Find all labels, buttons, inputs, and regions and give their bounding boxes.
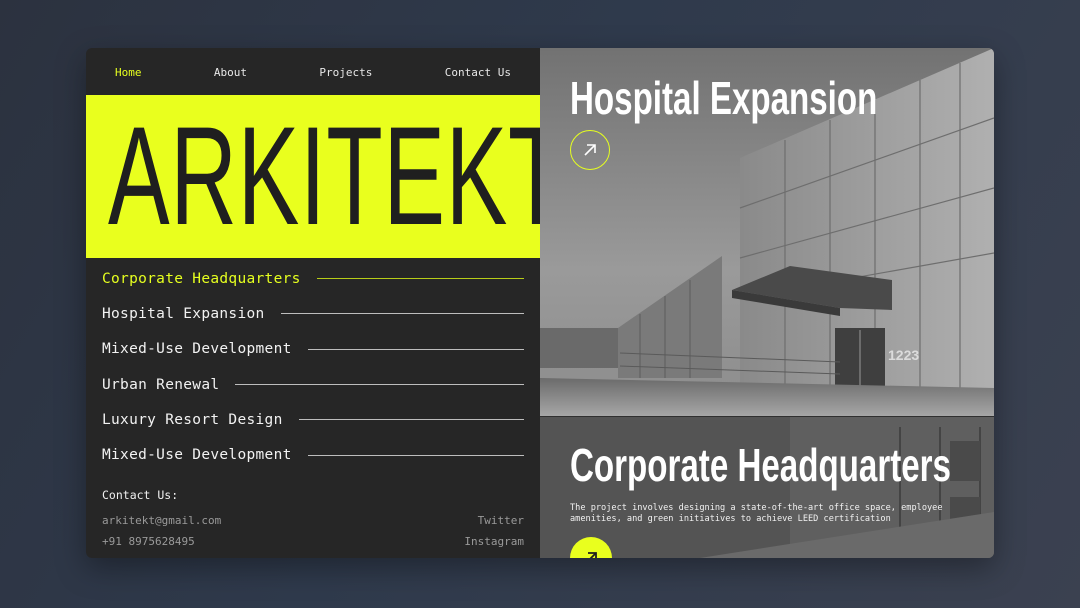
contact-row: +91 8975628495 Instagram — [102, 531, 524, 552]
twitter-link[interactable]: Twitter — [478, 514, 524, 527]
open-project-button[interactable] — [570, 130, 610, 170]
contact-row: arkitekt@gmail.com Twitter — [102, 510, 524, 531]
left-column: Home About Projects Contact Us ARKITEKT … — [86, 48, 540, 558]
contact-phone: +91 8975628495 — [102, 535, 195, 548]
divider-line — [307, 348, 524, 350]
project-label: Corporate Headquarters — [102, 270, 301, 287]
project-item-luxury-resort-design[interactable]: Luxury Resort Design — [102, 402, 524, 437]
featured-card-corporate-headquarters[interactable]: Corporate Headquarters The project invol… — [540, 417, 994, 558]
project-label: Mixed-Use Development — [102, 447, 292, 464]
project-label: Urban Renewal — [102, 376, 220, 393]
featured-title: Hospital Expansion — [570, 72, 878, 124]
app-frame: Home About Projects Contact Us ARKITEKT … — [86, 48, 994, 558]
hero-banner: ARKITEKT — [86, 95, 540, 258]
instagram-link[interactable]: Instagram — [464, 535, 524, 548]
divider-line — [280, 313, 524, 315]
right-column: 1223 Hospital Expansion Corporate Headqu… — [540, 48, 994, 558]
featured-card-hospital-expansion[interactable]: 1223 Hospital Expansion — [540, 48, 994, 417]
contact-block: Contact Us: arkitekt@gmail.com Twitter +… — [102, 488, 524, 552]
featured-description: The project involves designing a state-o… — [570, 503, 943, 524]
project-label: Hospital Expansion — [102, 305, 265, 322]
project-item-corporate-headquarters[interactable]: Corporate Headquarters — [102, 261, 524, 296]
contact-email: arkitekt@gmail.com — [102, 514, 222, 527]
top-nav: Home About Projects Contact Us — [86, 48, 540, 96]
divider-line — [298, 419, 524, 421]
project-label: Luxury Resort Design — [102, 411, 283, 428]
project-item-hospital-expansion[interactable]: Hospital Expansion — [102, 296, 524, 331]
project-item-urban-renewal[interactable]: Urban Renewal — [102, 367, 524, 402]
nav-contact[interactable]: Contact Us — [445, 66, 511, 79]
project-item-mixed-use-development[interactable]: Mixed-Use Development — [102, 332, 524, 367]
nav-about[interactable]: About — [214, 66, 247, 79]
divider-line — [316, 278, 524, 280]
project-label: Mixed-Use Development — [102, 341, 292, 358]
project-list: Corporate Headquarters Hospital Expansio… — [102, 261, 524, 473]
arrow-up-right-icon — [588, 552, 597, 558]
nav-home[interactable]: Home — [115, 66, 142, 79]
nav-projects[interactable]: Projects — [319, 66, 372, 79]
contact-heading: Contact Us: — [102, 488, 179, 502]
project-item-mixed-use-development-2[interactable]: Mixed-Use Development — [102, 437, 524, 472]
divider-line — [307, 454, 524, 456]
featured-title: Corporate Headquarters — [570, 439, 951, 491]
building-number: 1223 — [888, 347, 919, 363]
arrow-up-right-icon — [584, 144, 596, 156]
divider-line — [235, 384, 524, 386]
brand-title: ARKITEKT — [108, 97, 540, 254]
